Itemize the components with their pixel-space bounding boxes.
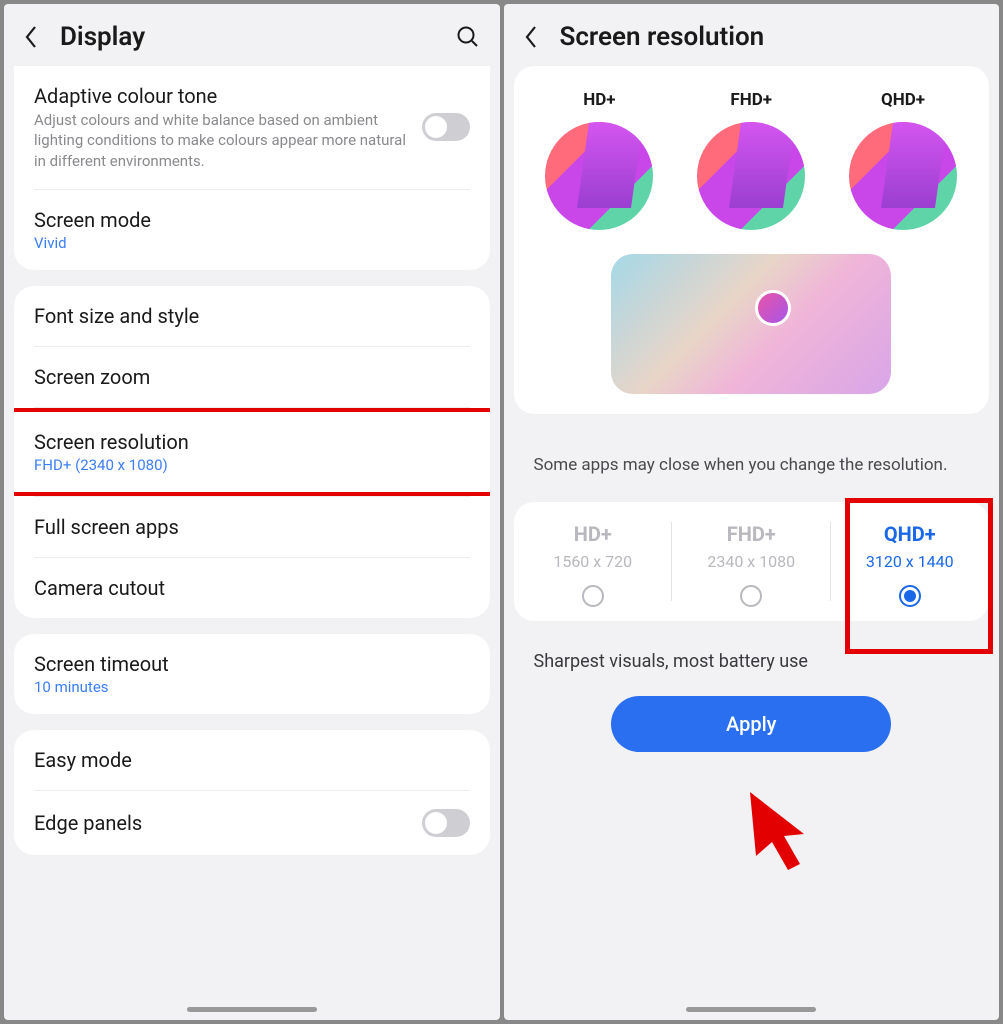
resolution-options: HD+ 1560 x 720 FHD+ 2340 x 1080 QHD+ 312…: [514, 502, 990, 621]
label: Screen zoom: [34, 365, 150, 389]
edge-panels-row[interactable]: Edge panels: [14, 791, 490, 855]
label: Adaptive colour tone: [34, 84, 422, 108]
preview-qhd: QHD+: [849, 90, 957, 230]
adaptive-colour-tone-row[interactable]: Adaptive colour tone Adjust colours and …: [14, 66, 490, 189]
label: Camera cutout: [34, 576, 165, 600]
option-name: HD+: [522, 522, 665, 546]
preview-circle-icon: [697, 122, 805, 230]
easy-mode-row[interactable]: Easy mode: [14, 730, 490, 790]
screen-zoom-row[interactable]: Screen zoom: [14, 347, 490, 407]
preview-circle-icon: [545, 122, 653, 230]
screen-resolution-screen: Screen resolution HD+ FHD+ QHD+ Some app: [504, 4, 1000, 1020]
back-icon[interactable]: [524, 25, 538, 49]
value: 10 minutes: [34, 678, 470, 696]
annotation-cursor-icon: [742, 784, 814, 872]
preview-fhd: FHD+: [697, 90, 805, 230]
preview-circle-icon: [849, 122, 957, 230]
content: Adaptive colour tone Adjust colours and …: [4, 66, 500, 1020]
label: Font size and style: [34, 304, 199, 328]
radio-icon: [899, 585, 921, 607]
edge-panels-toggle[interactable]: [422, 809, 470, 837]
label: Edge panels: [34, 811, 142, 835]
card-font-resolution: Font size and style Screen zoom Screen r…: [14, 286, 490, 618]
card-adaptive-mode: Adaptive colour tone Adjust colours and …: [14, 66, 490, 270]
label: Easy mode: [34, 748, 132, 772]
option-qhd[interactable]: QHD+ 3120 x 1440: [831, 502, 990, 621]
label: Screen timeout: [34, 652, 470, 676]
label: QHD+: [881, 90, 925, 110]
option-fhd[interactable]: FHD+ 2340 x 1080: [672, 502, 831, 621]
screen-mode-row[interactable]: Screen mode Vivid: [14, 190, 490, 270]
camera-cutout-row[interactable]: Camera cutout: [14, 558, 490, 618]
full-screen-apps-row[interactable]: Full screen apps: [14, 497, 490, 557]
label: Screen mode: [34, 208, 470, 232]
option-resolution: 2340 x 1080: [680, 552, 823, 571]
header: Screen resolution: [504, 4, 1000, 66]
back-icon[interactable]: [24, 25, 38, 49]
page-title: Screen resolution: [560, 22, 980, 52]
label: Screen resolution: [34, 430, 470, 454]
adaptive-toggle[interactable]: [422, 113, 470, 141]
label: HD+: [583, 90, 615, 110]
preview-row: HD+ FHD+ QHD+: [514, 66, 990, 240]
detail-text: Sharpest visuals, most battery use: [504, 621, 1000, 692]
gesture-bar[interactable]: [187, 1007, 317, 1012]
gesture-bar[interactable]: [686, 1007, 816, 1012]
display-settings-screen: Display Adaptive colour tone Adjust colo…: [4, 4, 500, 1020]
card-easy-edge: Easy mode Edge panels: [14, 730, 490, 855]
option-hd[interactable]: HD+ 1560 x 720: [514, 502, 673, 621]
label: FHD+: [730, 90, 772, 110]
radio-icon: [582, 585, 604, 607]
content: HD+ FHD+ QHD+ Some apps may close when y…: [504, 66, 1000, 1020]
description: Adjust colours and white balance based o…: [34, 110, 422, 171]
option-name: QHD+: [839, 522, 982, 546]
preview-hd: HD+: [545, 90, 653, 230]
info-text: Some apps may close when you change the …: [504, 430, 1000, 494]
label: Full screen apps: [34, 515, 179, 539]
header: Display: [4, 4, 500, 66]
preview-card: HD+ FHD+ QHD+: [514, 66, 990, 414]
page-title: Display: [60, 22, 434, 52]
option-name: FHD+: [680, 522, 823, 546]
option-resolution: 1560 x 720: [522, 552, 665, 571]
wallpaper-preview-icon: [611, 254, 891, 394]
search-icon[interactable]: [456, 25, 480, 49]
card-timeout: Screen timeout 10 minutes: [14, 634, 490, 714]
radio-icon: [740, 585, 762, 607]
option-resolution: 3120 x 1440: [839, 552, 982, 571]
apply-button[interactable]: Apply: [611, 696, 891, 752]
screen-resolution-row[interactable]: Screen resolution FHD+ (2340 x 1080): [14, 408, 490, 496]
value: FHD+ (2340 x 1080): [34, 456, 470, 474]
font-size-row[interactable]: Font size and style: [14, 286, 490, 346]
value: Vivid: [34, 234, 470, 252]
screen-timeout-row[interactable]: Screen timeout 10 minutes: [14, 634, 490, 714]
